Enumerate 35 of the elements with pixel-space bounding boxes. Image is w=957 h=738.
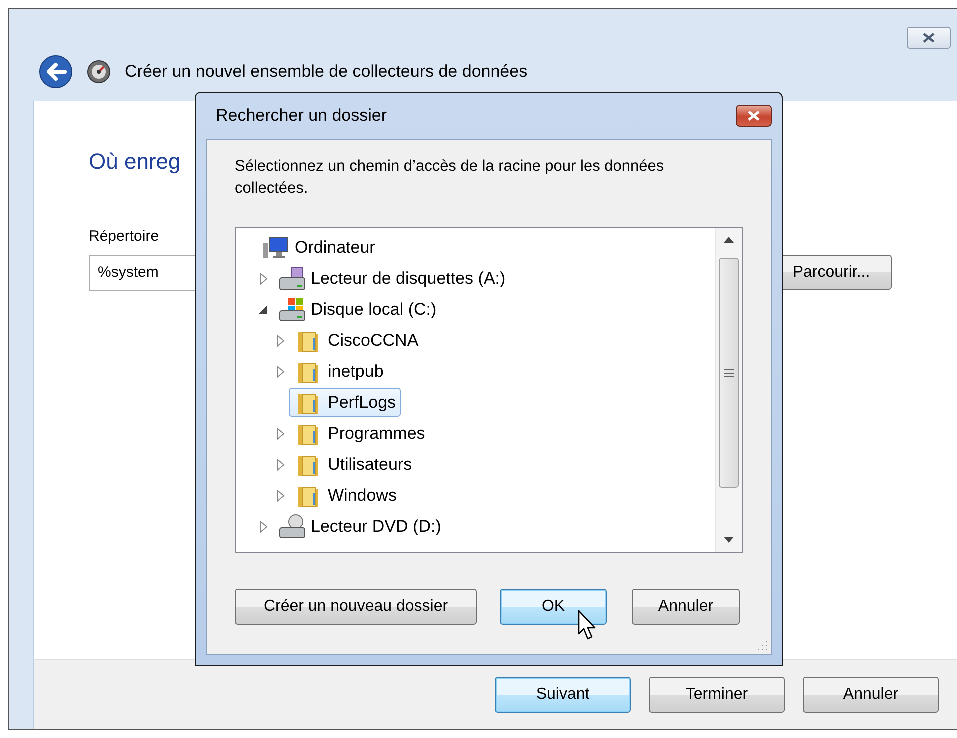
close-icon — [747, 111, 761, 121]
computer-icon — [261, 234, 291, 261]
tree-item[interactable]: PerfLogs — [289, 388, 402, 418]
close-button[interactable] — [736, 105, 772, 127]
tree-item[interactable]: Lecteur de disquettes (A:) — [272, 264, 511, 294]
wizard-title: Créer un nouvel ensemble de collecteurs de données — [125, 61, 528, 84]
page-heading: Où enreg — [89, 148, 181, 176]
wizard-button[interactable]: Terminer — [649, 676, 785, 712]
dialog-title: Rechercher un dossier — [216, 105, 388, 128]
tree-item[interactable]: CiscoCCNA — [289, 326, 424, 356]
dialog-description: Sélectionnez un chemin d’accès de la racine pour les données collectées. — [235, 157, 666, 199]
scroll-down-icon[interactable] — [724, 537, 734, 544]
dvd-drive-icon — [277, 514, 307, 540]
close-button[interactable] — [907, 27, 951, 49]
hard-drive-icon — [277, 296, 307, 323]
field-label: Répertoire — [89, 227, 160, 247]
dialog-button[interactable]: OK — [500, 589, 607, 626]
tree-item[interactable]: Disque local (C:) — [272, 295, 442, 324]
dialog-button[interactable]: Annuler — [632, 589, 740, 626]
tree-item[interactable]: inetpub — [289, 357, 389, 386]
dialog-button[interactable]: Créer un nouveau dossier — [235, 589, 477, 626]
wizard-button[interactable]: Suivant — [495, 676, 631, 712]
tree-item[interactable]: Windows — [289, 481, 402, 510]
tree-item[interactable]: Ordinateur — [256, 233, 380, 262]
floppy-drive-icon — [277, 266, 307, 292]
scrollbar[interactable] — [715, 228, 742, 552]
resize-grip-icon — [756, 639, 768, 651]
scroll-grip-icon — [724, 368, 734, 378]
tree-item[interactable]: Utilisateurs — [289, 450, 418, 480]
tree-item[interactable]: Programmes — [289, 419, 430, 448]
wizard-button[interactable]: Annuler — [803, 676, 939, 712]
tree-item[interactable]: Lecteur DVD (D:) — [272, 512, 446, 542]
gauge-icon — [87, 60, 111, 84]
scroll-up-icon[interactable] — [724, 237, 734, 244]
close-icon — [922, 33, 936, 43]
